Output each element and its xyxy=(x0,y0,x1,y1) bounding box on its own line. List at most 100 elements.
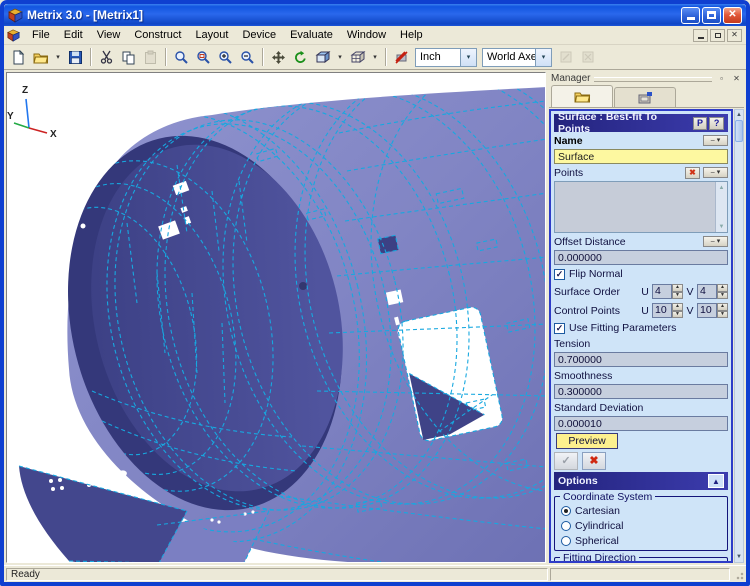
menu-window[interactable]: Window xyxy=(340,27,393,43)
spin-up-icon[interactable]: ▲ xyxy=(672,284,683,292)
close-button[interactable]: ✕ xyxy=(723,6,742,24)
document-icon xyxy=(7,28,21,42)
spin-down-icon[interactable]: ▼ xyxy=(717,310,728,318)
cartesian-radio[interactable] xyxy=(561,505,571,516)
menu-construct[interactable]: Construct xyxy=(127,27,188,43)
new-button[interactable] xyxy=(8,47,29,68)
menu-device[interactable]: Device xyxy=(235,27,283,43)
scroll-down-icon: ▼ xyxy=(736,554,742,560)
spherical-radio[interactable] xyxy=(561,535,571,546)
preview-button[interactable]: Preview xyxy=(556,433,618,449)
surface-order-u-value[interactable]: 4 xyxy=(652,284,672,299)
zoom-button[interactable] xyxy=(171,47,192,68)
axes-tool-button-2[interactable] xyxy=(577,47,598,68)
spin-down-icon[interactable]: ▼ xyxy=(672,310,683,318)
copy-button[interactable] xyxy=(118,47,139,68)
control-points-v-spinner[interactable]: 10 ▲ ▼ xyxy=(697,303,728,318)
cancel-button[interactable]: ✖ xyxy=(582,451,606,470)
cut-button[interactable] xyxy=(96,47,117,68)
use-fitting-checkbox[interactable]: ✓ xyxy=(554,322,565,334)
menu-file[interactable]: File xyxy=(25,27,57,43)
manager-header: Manager ▫ ✕ xyxy=(549,71,744,86)
scrollbar-thumb[interactable] xyxy=(735,120,743,142)
open-button[interactable] xyxy=(30,47,51,68)
mdi-minimize-button[interactable] xyxy=(693,28,708,42)
clear-points-button[interactable]: ✖ xyxy=(685,166,700,179)
tab-browser[interactable] xyxy=(551,85,613,107)
units-combobox[interactable]: Inch ▾ xyxy=(415,47,477,67)
axes-dropdown-icon[interactable]: ▾ xyxy=(535,48,551,66)
zoom-out-button[interactable] xyxy=(237,47,258,68)
fitting-direction-group: Fitting Direction Current XY Plane Best-… xyxy=(554,552,728,561)
cylindrical-radio[interactable] xyxy=(561,520,571,531)
manager-pin-button[interactable]: ▫ xyxy=(716,73,727,84)
pan-button[interactable] xyxy=(268,47,289,68)
control-points-v-value[interactable]: 10 xyxy=(697,303,717,318)
u-label: U xyxy=(641,304,649,317)
stddev-input[interactable]: 0.000010 xyxy=(554,416,728,431)
menu-view[interactable]: View xyxy=(90,27,128,43)
panel-scrollbar[interactable]: ▲ ▼ xyxy=(734,109,744,563)
apply-button[interactable]: ✓ xyxy=(554,451,578,470)
surface-order-v-spinner[interactable]: 4 ▲ ▼ xyxy=(697,284,728,299)
save-button[interactable] xyxy=(65,47,86,68)
view-orientation-button[interactable] xyxy=(312,47,333,68)
menu-layout[interactable]: Layout xyxy=(188,27,235,43)
v-label: V xyxy=(686,285,694,298)
offset-options-button[interactable]: – ▾ xyxy=(703,236,728,247)
points-options-button[interactable]: – ▾ xyxy=(703,167,728,178)
open-dropdown-button[interactable]: ▾ xyxy=(52,47,64,68)
surface-order-u-spinner[interactable]: 4 ▲ ▼ xyxy=(652,284,683,299)
help-button[interactable]: ? xyxy=(709,116,724,130)
axes-combobox[interactable]: World Axes ▾ xyxy=(482,47,552,67)
points-label: Points xyxy=(554,166,584,179)
spin-up-icon[interactable]: ▲ xyxy=(717,284,728,292)
axes-tool-button-1[interactable] xyxy=(555,47,576,68)
coordinate-system-group: Coordinate System Cartesian Cylindrical … xyxy=(554,491,728,551)
tab-scene[interactable] xyxy=(614,87,676,107)
pin-button[interactable]: P xyxy=(692,116,708,130)
name-input[interactable]: Surface xyxy=(554,149,728,164)
paste-button[interactable] xyxy=(140,47,161,68)
zoom-window-button[interactable] xyxy=(193,47,214,68)
menu-help[interactable]: Help xyxy=(393,27,430,43)
surface-order-v-value[interactable]: 4 xyxy=(697,284,717,299)
render-dropdown-button[interactable]: ▾ xyxy=(369,47,381,68)
spin-up-icon[interactable]: ▲ xyxy=(672,303,683,311)
collapse-options-button[interactable]: ▲ xyxy=(708,474,724,488)
menu-evaluate[interactable]: Evaluate xyxy=(283,27,340,43)
menu-edit[interactable]: Edit xyxy=(57,27,90,43)
manager-close-button[interactable]: ✕ xyxy=(731,73,742,84)
resize-grip[interactable] xyxy=(732,568,744,580)
3d-viewport[interactable]: Z Y X xyxy=(6,72,546,563)
minimize-button[interactable] xyxy=(681,6,700,24)
render-mode-button[interactable] xyxy=(347,47,368,68)
points-listbox[interactable]: ▲ ▼ xyxy=(554,181,728,233)
rotate-button[interactable] xyxy=(290,47,311,68)
tension-input[interactable]: 0.700000 xyxy=(554,352,728,367)
mdi-close-button[interactable]: ✕ xyxy=(727,28,742,42)
control-points-u-spinner[interactable]: 10 ▲ ▼ xyxy=(652,303,683,318)
name-options-button[interactable]: – ▾ xyxy=(703,135,728,146)
copy-icon xyxy=(122,51,135,64)
points-list-scrollbar[interactable]: ▲ ▼ xyxy=(715,182,727,232)
zoom-in-button[interactable] xyxy=(215,47,236,68)
smoothness-input[interactable]: 0.300000 xyxy=(554,384,728,399)
view-dropdown-button[interactable]: ▾ xyxy=(334,47,346,68)
mdi-close-icon: ✕ xyxy=(731,30,738,39)
axis-z-label: Z xyxy=(22,85,28,96)
flip-normal-checkbox[interactable]: ✓ xyxy=(554,268,565,280)
offset-distance-input[interactable]: 0.000000 xyxy=(554,250,728,265)
mdi-window-buttons: ✕ xyxy=(693,28,744,42)
spin-down-icon[interactable]: ▼ xyxy=(717,291,728,299)
maximize-button[interactable] xyxy=(702,6,721,24)
mdi-restore-button[interactable] xyxy=(710,28,725,42)
measure-toggle-button[interactable] xyxy=(391,47,412,68)
title-bar[interactable]: Metrix 3.0 - [Metrix1] ✕ xyxy=(4,4,746,26)
spin-up-icon[interactable]: ▲ xyxy=(717,303,728,311)
units-dropdown-icon[interactable]: ▾ xyxy=(460,48,476,66)
options-title-bar: Options ▲ xyxy=(554,472,728,490)
control-points-u-value[interactable]: 10 xyxy=(652,303,672,318)
spin-down-icon[interactable]: ▼ xyxy=(672,291,683,299)
fuselage-scene: Z Y X xyxy=(7,85,545,562)
